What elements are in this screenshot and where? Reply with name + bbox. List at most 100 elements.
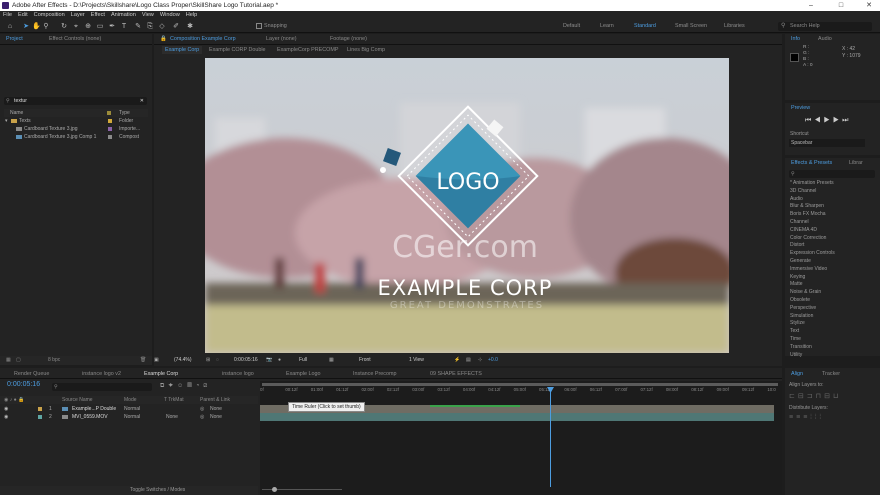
last-frame-icon[interactable]: ⏭ — [842, 117, 851, 124]
clone-tool-icon[interactable]: ⎘ — [146, 22, 154, 31]
timeline-current-time[interactable]: 0:00:05:16 — [7, 381, 40, 388]
align-hcenter-icon[interactable]: ⊟ — [798, 393, 807, 400]
effect-category[interactable]: Audio — [790, 196, 878, 204]
effect-category[interactable]: Generate — [790, 258, 878, 266]
help-search-box[interactable]: ⚲ Search Help — [778, 22, 872, 31]
tab-composition[interactable]: Composition Example Corp — [170, 35, 236, 43]
col-parent[interactable]: Parent & Link — [200, 396, 230, 404]
effect-category[interactable]: Channel — [790, 219, 878, 227]
toggle-switches-modes[interactable]: Toggle Switches / Modes — [130, 487, 185, 493]
draft-3d-icon[interactable]: ✦ — [168, 383, 177, 389]
workspace-small-screen[interactable]: Small Screen — [675, 22, 707, 31]
time-ruler[interactable]: 0f 00:12f 01:00f 01:12f 02:00f 02:12f 03:00f 03… — [260, 387, 780, 396]
tab-effects-presets[interactable]: Effects & Presets — [791, 159, 832, 167]
layer-bar[interactable] — [260, 413, 774, 421]
effect-category[interactable]: 3D Channel — [790, 188, 878, 196]
eye-icon[interactable]: ◉ — [4, 405, 8, 413]
effect-category[interactable]: CINEMA 4D — [790, 227, 878, 235]
effect-category[interactable]: Utility — [790, 352, 878, 360]
effect-category[interactable]: Obsolete — [790, 297, 878, 305]
effect-category[interactable]: Keying — [790, 274, 878, 282]
first-frame-icon[interactable]: ⏮ — [805, 117, 814, 124]
effect-category[interactable]: Text — [790, 328, 878, 336]
effect-category[interactable]: Expression Controls — [790, 250, 878, 258]
color-channel-icon[interactable]: ● — [278, 357, 281, 363]
subtab-precomp[interactable]: ExampleCorp PRECOMP — [277, 46, 338, 54]
layer-mode[interactable]: Normal — [124, 405, 140, 413]
pickwhip-icon[interactable]: ◎ — [200, 413, 204, 421]
camera-tool-icon[interactable]: ⌖ — [72, 22, 80, 31]
align-bottom-icon[interactable]: ⊔ — [833, 393, 841, 400]
effect-category[interactable]: Matte — [790, 281, 878, 289]
work-area-bar[interactable] — [262, 383, 778, 386]
subtab-example-corp-double[interactable]: Example CORP Double — [209, 46, 266, 54]
col-name[interactable]: Name — [10, 109, 23, 117]
menu-effect[interactable]: Effect — [91, 12, 105, 18]
align-vcenter-icon[interactable]: ⊟ — [824, 393, 833, 400]
tab-effect-controls[interactable]: Effect Controls (none) — [49, 35, 101, 43]
project-item[interactable]: Cardboard Texture 3.jpg Comp 1 Compost — [4, 133, 148, 141]
menu-view[interactable]: View — [142, 12, 154, 18]
tab-audio[interactable]: Audio — [818, 35, 832, 43]
minimize-button[interactable]: – — [800, 0, 822, 11]
tab-footage[interactable]: Footage (none) — [330, 35, 367, 43]
tab-example-logo[interactable]: Example Logo — [286, 370, 320, 378]
brush-tool-icon[interactable]: ✎ — [134, 22, 142, 31]
timeline-search-field[interactable]: ⚲ — [52, 383, 152, 391]
project-item[interactable]: ▾ Texts Folder — [4, 117, 148, 125]
menu-composition[interactable]: Composition — [34, 12, 65, 18]
tab-instance-logo[interactable]: instance logo — [222, 370, 254, 378]
shortcut-dropdown[interactable]: Spacebar — [789, 139, 865, 147]
layer-trkmat[interactable]: None — [166, 413, 178, 421]
align-right-icon[interactable]: ⊐ — [807, 393, 816, 400]
align-left-icon[interactable]: ⊏ — [789, 393, 798, 400]
effect-category[interactable]: Perspective — [790, 305, 878, 313]
home-icon[interactable]: ⌂ — [6, 22, 14, 31]
roto-brush-icon[interactable]: ✐ — [172, 22, 180, 31]
zoom-dropdown[interactable]: (74.4%) — [174, 357, 192, 363]
workspace-default[interactable]: Default — [563, 22, 580, 31]
current-time-indicator[interactable] — [550, 387, 551, 487]
subtab-example-corp[interactable]: Example Corp — [162, 46, 203, 54]
project-search-field[interactable]: ⚲ textur ✕ — [4, 97, 147, 105]
eye-icon[interactable]: ◉ — [4, 413, 8, 421]
new-folder-icon[interactable]: ▢ — [16, 357, 21, 363]
col-source-name[interactable]: Source Name — [62, 396, 93, 404]
tab-libraries[interactable]: Librar — [849, 159, 863, 167]
views-dropdown[interactable]: 1 View — [409, 357, 424, 363]
flowchart-icon[interactable]: ⊹ — [478, 357, 482, 363]
effect-category[interactable]: Simulation — [790, 313, 878, 321]
pan-behind-tool-icon[interactable]: ⊕ — [84, 22, 92, 31]
subtab-lines-big-comp[interactable]: Lines Big Comp — [347, 46, 385, 54]
always-preview-icon[interactable]: ▣ — [154, 357, 159, 363]
tab-instance-precomp[interactable]: Instance Precomp — [353, 370, 396, 378]
effect-category[interactable]: Immersive Video — [790, 266, 878, 274]
tab-instance-logo-v2[interactable]: instance logo v2 — [82, 370, 121, 378]
layer-row[interactable]: ◉ 2 MVI_0559.MOV Normal None ◎ None — [0, 413, 258, 421]
menu-animation[interactable]: Animation — [111, 12, 136, 18]
mask-tool-icon[interactable]: ▭ — [96, 22, 104, 31]
zoom-slider[interactable] — [262, 487, 342, 492]
menu-window[interactable]: Window — [160, 12, 180, 18]
snapping-checkbox[interactable] — [256, 23, 262, 29]
composition-viewer[interactable]: LOGO CGer.com EXAMPLE CORP GREAT DEMONST… — [205, 58, 729, 353]
workspace-libraries[interactable]: Libraries — [724, 22, 745, 31]
play-icon[interactable]: ▶ — [824, 117, 833, 124]
layer-row[interactable]: ◉ 1 Example...P Double Normal ◎ None — [0, 405, 258, 413]
zoom-slider-handle[interactable] — [272, 487, 277, 492]
tab-layer[interactable]: Layer (none) — [266, 35, 297, 43]
effect-category[interactable]: * Animation Presets — [790, 180, 878, 188]
snapshot-icon[interactable]: 📷 — [266, 357, 272, 363]
col-mode[interactable]: Mode — [124, 396, 137, 404]
prev-frame-icon[interactable]: ◀ — [814, 117, 823, 124]
trash-icon[interactable]: 🗑 — [140, 357, 146, 363]
tab-render-queue[interactable]: Render Queue — [14, 370, 49, 378]
eraser-tool-icon[interactable]: ◇ — [158, 22, 166, 31]
tab-align[interactable]: Align — [791, 370, 803, 378]
time-graph[interactable] — [260, 381, 782, 495]
effect-category[interactable]: Time — [790, 336, 878, 344]
shy-icon[interactable]: ☺ — [177, 383, 187, 389]
align-top-icon[interactable]: ⊓ — [816, 393, 824, 400]
effect-category[interactable]: Boris FX Mocha — [790, 211, 878, 219]
fast-preview-icon[interactable]: ⚡ — [454, 357, 460, 363]
